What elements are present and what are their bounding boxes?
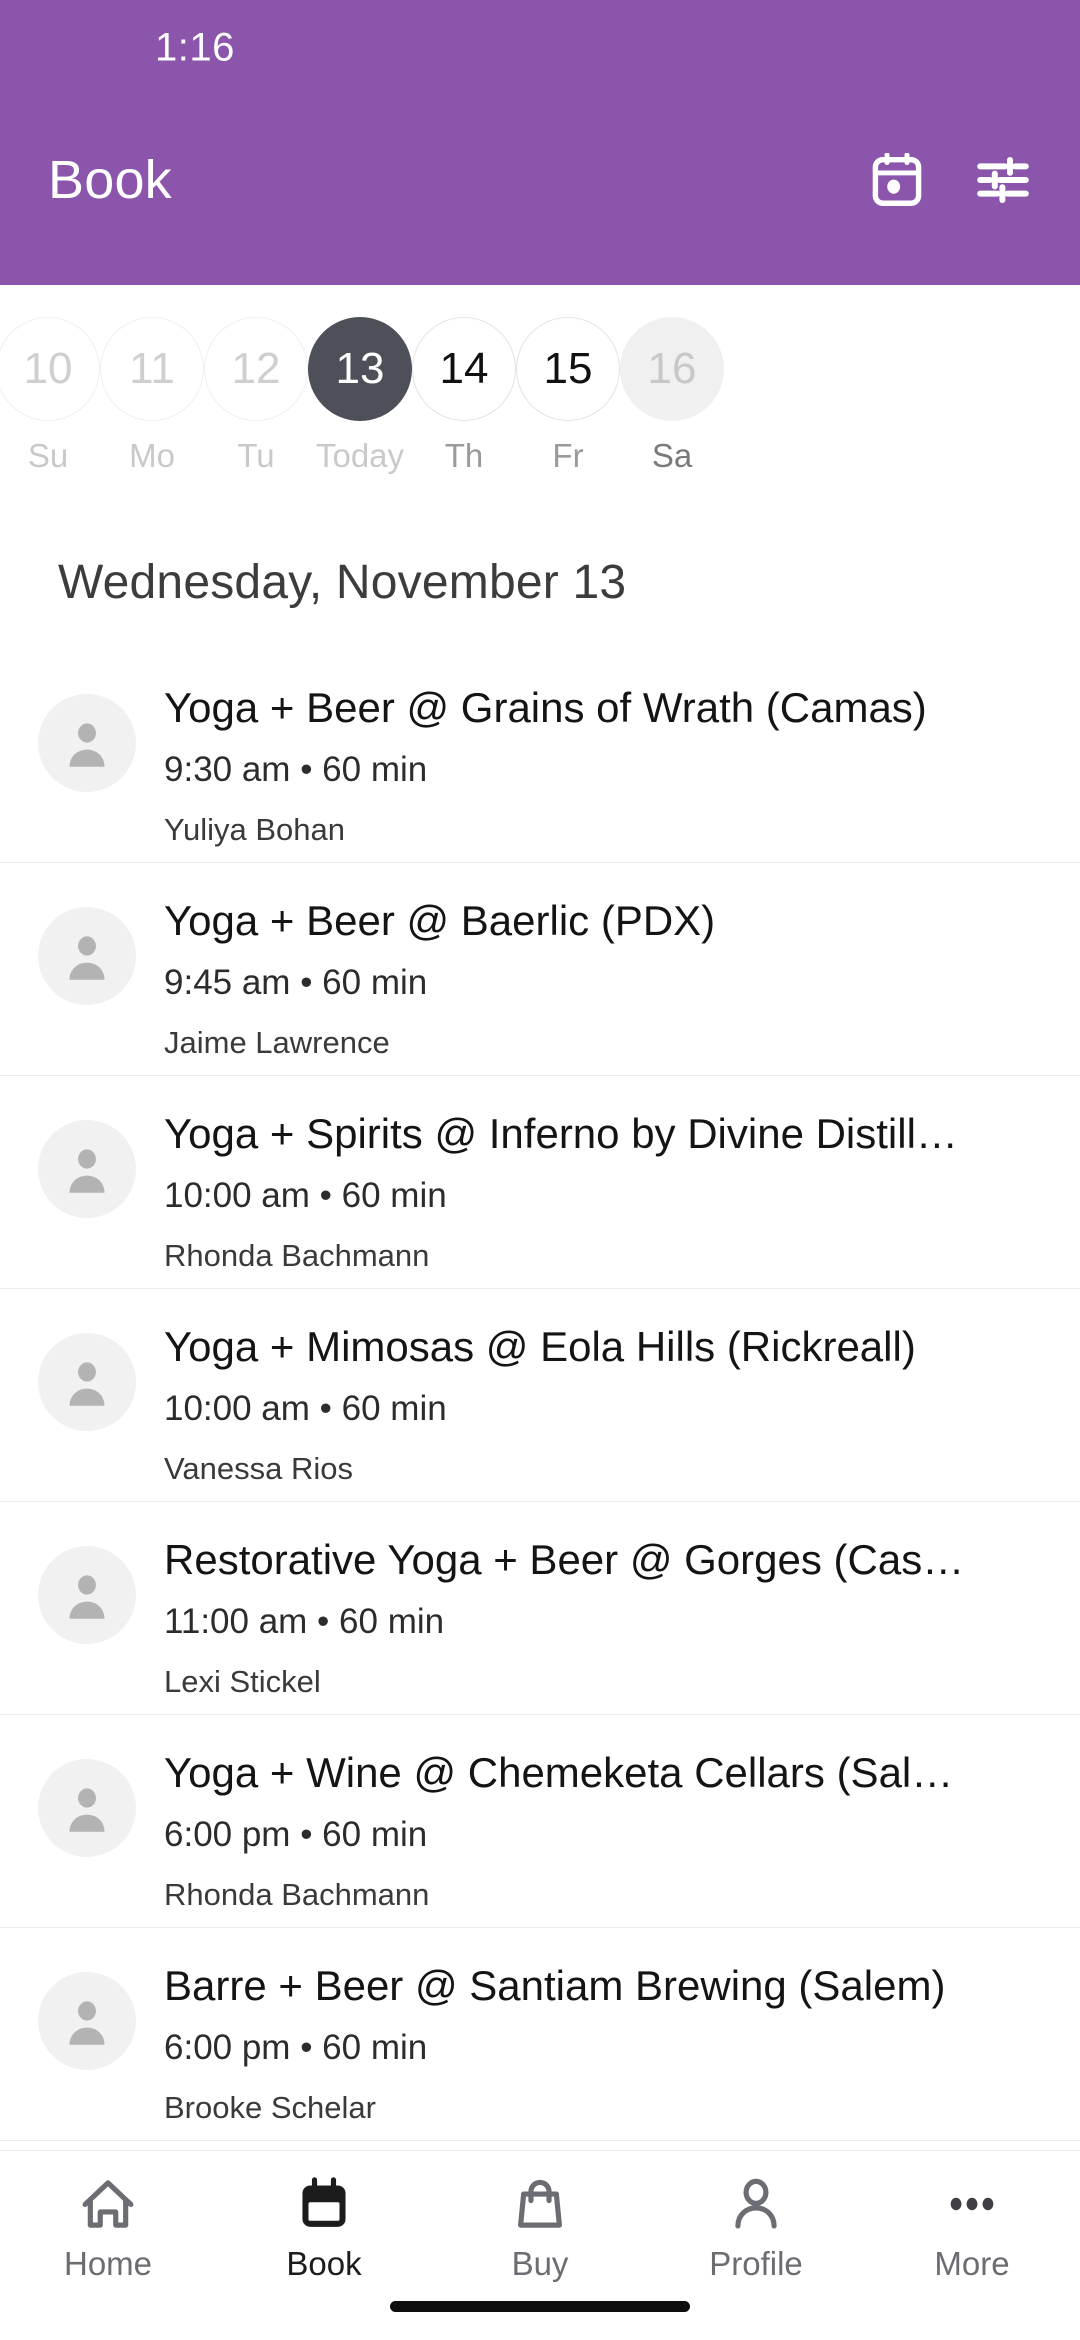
class-time-duration: 9:30 am • 60 min	[164, 750, 428, 790]
app-bar-row: Book	[0, 100, 1080, 285]
class-title: Barre + Beer @ Santiam Brewing (Salem)	[164, 1962, 946, 2009]
bottom-navigation[interactable]: Home Book Buy Profile More	[0, 2150, 1080, 2340]
list-item-body: Yoga + Spirits @ Inferno by Divine Disti…	[164, 1106, 1062, 1274]
person-placeholder-icon	[38, 694, 136, 792]
list-item[interactable]: Barre + Beer @ Santiam Brewing (Salem) 6…	[0, 1928, 1080, 2141]
nav-label: Buy	[511, 2245, 569, 2282]
list-item[interactable]: Yoga + Spirits @ Inferno by Divine Disti…	[0, 1076, 1080, 1289]
calendar-today-icon[interactable]	[868, 151, 926, 209]
date-weekday: Fr	[552, 437, 584, 474]
list-item[interactable]: Restorative Yoga + Beer @ Gorges (Cas… 1…	[0, 1502, 1080, 1715]
date-cell-11[interactable]: 11 Mo	[100, 285, 204, 475]
person-placeholder-icon	[38, 1759, 136, 1857]
nav-label: Home	[63, 2245, 153, 2282]
calendar-filled-icon	[296, 2173, 352, 2235]
date-cell-10[interactable]: 10 Su	[0, 285, 100, 475]
nav-label: Book	[286, 2245, 362, 2282]
person-placeholder-icon	[38, 1333, 136, 1431]
list-item-body: Barre + Beer @ Santiam Brewing (Salem) 6…	[164, 1958, 1062, 2126]
date-cell-13-selected[interactable]: 13 Today	[308, 285, 412, 475]
date-number: 10	[0, 317, 100, 421]
date-number: 13	[308, 317, 412, 421]
class-title: Yoga + Spirits @ Inferno by Divine Disti…	[164, 1110, 958, 1157]
person-placeholder-icon	[38, 1120, 136, 1218]
date-weekday: Sa	[651, 437, 693, 474]
list-item-body: Yoga + Mimosas @ Eola Hills (Rickreall) …	[164, 1319, 1062, 1487]
nav-label: Profile	[709, 2245, 803, 2282]
list-item[interactable]: Yoga + Mimosas @ Eola Hills (Rickreall) …	[0, 1289, 1080, 1502]
date-cell-12[interactable]: 12 Tu	[204, 285, 308, 475]
list-item-body: Restorative Yoga + Beer @ Gorges (Cas… 1…	[164, 1532, 1062, 1700]
class-instructor: Yuliya Bohan	[164, 812, 345, 848]
date-cell-14[interactable]: 14 Th	[412, 285, 516, 475]
date-cell-15[interactable]: 15 Fr	[516, 285, 620, 475]
date-cell-16[interactable]: 16 Sa	[620, 285, 724, 475]
status-bar-clock: 1:16	[155, 25, 235, 70]
list-item-body: Yoga + Wine @ Chemeketa Cellars (Sal… 6:…	[164, 1745, 1062, 1913]
person-placeholder-icon	[38, 1972, 136, 2070]
list-item[interactable]: Yoga + Beer @ Baerlic (PDX) 9:45 am • 60…	[0, 863, 1080, 1076]
shopping-bag-icon	[512, 2173, 568, 2235]
date-number: 16	[620, 317, 724, 421]
date-weekday: Tu	[237, 437, 275, 474]
class-time-duration: 6:00 pm • 60 min	[164, 2028, 428, 2068]
class-instructor: Lexi Stickel	[164, 1664, 321, 1700]
class-instructor: Rhonda Bachmann	[164, 1238, 430, 1274]
date-number: 11	[100, 317, 204, 421]
class-title: Yoga + Mimosas @ Eola Hills (Rickreall)	[164, 1323, 916, 1370]
class-time-duration: 11:00 am • 60 min	[164, 1602, 445, 1642]
nav-item-profile[interactable]: Profile	[656, 2173, 856, 2283]
app-screen: 1:16 Book 10 Su 11 Mo 12 Tu 13 Today 14 …	[0, 0, 1080, 2340]
app-bar: 1:16 Book	[0, 0, 1080, 285]
class-title: Restorative Yoga + Beer @ Gorges (Cas…	[164, 1536, 965, 1583]
person-placeholder-icon	[38, 1546, 136, 1644]
class-instructor: Brooke Schelar	[164, 2090, 376, 2126]
date-weekday: Th	[444, 437, 484, 474]
list-item-body: Yoga + Beer @ Grains of Wrath (Camas) 9:…	[164, 680, 1062, 848]
selected-date-heading: Wednesday, November 13	[58, 556, 627, 609]
home-icon	[80, 2173, 136, 2235]
date-weekday: Su	[27, 437, 69, 474]
class-time-duration: 9:45 am • 60 min	[164, 963, 428, 1003]
date-strip[interactable]: 10 Su 11 Mo 12 Tu 13 Today 14 Th 15 Fr 1…	[0, 285, 1080, 550]
status-bar: 1:16	[0, 0, 1080, 100]
class-instructor: Vanessa Rios	[164, 1451, 353, 1487]
date-weekday: Mo	[129, 437, 175, 474]
list-item[interactable]: Yoga + Beer @ Grains of Wrath (Camas) 9:…	[0, 650, 1080, 863]
class-time-duration: 6:00 pm • 60 min	[164, 1815, 428, 1855]
nav-item-more[interactable]: More	[872, 2173, 1072, 2283]
list-item[interactable]: Yoga + Wine @ Chemeketa Cellars (Sal… 6:…	[0, 1715, 1080, 1928]
nav-label: More	[934, 2245, 1010, 2282]
date-number: 14	[412, 317, 516, 421]
class-list[interactable]: Yoga + Beer @ Grains of Wrath (Camas) 9:…	[0, 650, 1080, 2150]
page-title: Book	[48, 149, 172, 210]
date-weekday: Today	[315, 437, 405, 474]
class-instructor: Jaime Lawrence	[164, 1025, 390, 1061]
person-placeholder-icon	[38, 907, 136, 1005]
more-horizontal-icon	[944, 2173, 1000, 2235]
home-indicator	[390, 2301, 690, 2312]
class-instructor: Rhonda Bachmann	[164, 1877, 430, 1913]
app-bar-actions	[868, 151, 1032, 235]
nav-item-book[interactable]: Book	[224, 2173, 424, 2283]
list-item-body: Yoga + Beer @ Baerlic (PDX) 9:45 am • 60…	[164, 893, 1062, 1061]
class-time-duration: 10:00 am • 60 min	[164, 1176, 447, 1216]
class-time-duration: 10:00 am • 60 min	[164, 1389, 447, 1429]
nav-item-home[interactable]: Home	[8, 2173, 208, 2283]
class-title: Yoga + Beer @ Grains of Wrath (Camas)	[164, 684, 927, 731]
nav-item-buy[interactable]: Buy	[440, 2173, 640, 2283]
person-icon	[728, 2173, 784, 2235]
date-number: 12	[204, 317, 308, 421]
date-number: 15	[516, 317, 620, 421]
class-title: Yoga + Wine @ Chemeketa Cellars (Sal…	[164, 1749, 954, 1796]
class-title: Yoga + Beer @ Baerlic (PDX)	[164, 897, 716, 944]
tune-filter-icon[interactable]	[974, 151, 1032, 209]
